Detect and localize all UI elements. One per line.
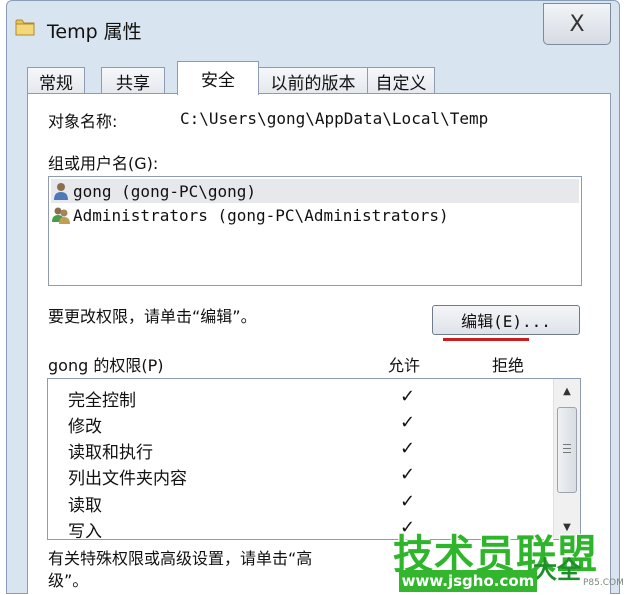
allow-check-icon: ✓ — [400, 491, 416, 512]
object-name-value: C:\Users\gong\AppData\Local\Temp — [180, 109, 489, 128]
highlight-underline — [443, 338, 529, 341]
edit-button[interactable]: 编辑(E)... — [432, 305, 580, 335]
allow-check-icon: ✓ — [400, 386, 416, 407]
permission-row: 完全控制 ✓ — [68, 386, 416, 411]
user-list[interactable]: gong (gong-PC\gong) Administrators (gong… — [48, 176, 582, 286]
user-name: gong (gong-PC\gong) — [73, 181, 257, 201]
advanced-hint-line1: 有关特殊权限或高级设置，请单击“高 — [48, 549, 313, 568]
allow-column-header: 允许 — [388, 356, 421, 375]
permissions-scrollbar[interactable]: ▲ ▼ — [553, 379, 580, 539]
permission-row: 列出文件夹内容 ✓ — [68, 464, 416, 489]
list-item-user-administrators[interactable]: Administrators (gong-PC\Administrators) — [51, 203, 579, 227]
user-name: Administrators (gong-PC\Administrators) — [73, 205, 449, 225]
group-user-label: 组或用户名(G): — [48, 154, 159, 173]
tab-previous-versions[interactable]: 以前的版本 — [257, 67, 369, 94]
permission-row: 写入 ✓ — [68, 517, 416, 540]
list-item-user-gong[interactable]: gong (gong-PC\gong) — [51, 179, 579, 203]
title-bar[interactable]: Temp 属性 X — [7, 1, 619, 59]
tab-sharing[interactable]: 共享 — [101, 67, 165, 94]
tab-customize[interactable]: 自定义 — [367, 67, 435, 94]
permission-row: 读取和执行 ✓ — [68, 438, 416, 463]
allow-check-icon: ✓ — [400, 464, 416, 485]
permission-row: 读取 ✓ — [68, 491, 416, 516]
deny-column-header: 拒绝 — [492, 356, 525, 375]
object-name-label: 对象名称: — [48, 112, 118, 131]
close-button[interactable]: X — [543, 3, 611, 45]
folder-icon — [15, 19, 35, 36]
tab-security[interactable]: 安全 — [177, 61, 259, 95]
user-icon — [54, 183, 68, 200]
permissions-list[interactable]: 完全控制 ✓ 修改 ✓ 读取和执行 ✓ 列出文件夹内容 ✓ 读取 ✓ 写入 ✓ … — [47, 378, 581, 540]
close-icon: X — [569, 11, 585, 37]
scroll-thumb[interactable] — [557, 407, 577, 493]
change-permission-hint: 要更改权限，请单击“编辑”。 — [48, 307, 257, 326]
allow-check-icon: ✓ — [400, 438, 416, 459]
scroll-up-icon[interactable]: ▲ — [554, 381, 580, 401]
permissions-label: gong 的权限(P) — [48, 356, 164, 375]
tab-general[interactable]: 常规 — [27, 67, 85, 94]
permission-row: 修改 ✓ — [68, 412, 416, 437]
group-icon — [52, 207, 70, 224]
advanced-hint-line2: 级”。 — [48, 571, 89, 590]
window-title: Temp 属性 — [47, 21, 142, 43]
scroll-down-icon[interactable]: ▼ — [554, 517, 580, 537]
allow-check-icon: ✓ — [400, 517, 416, 538]
allow-check-icon: ✓ — [400, 412, 416, 433]
